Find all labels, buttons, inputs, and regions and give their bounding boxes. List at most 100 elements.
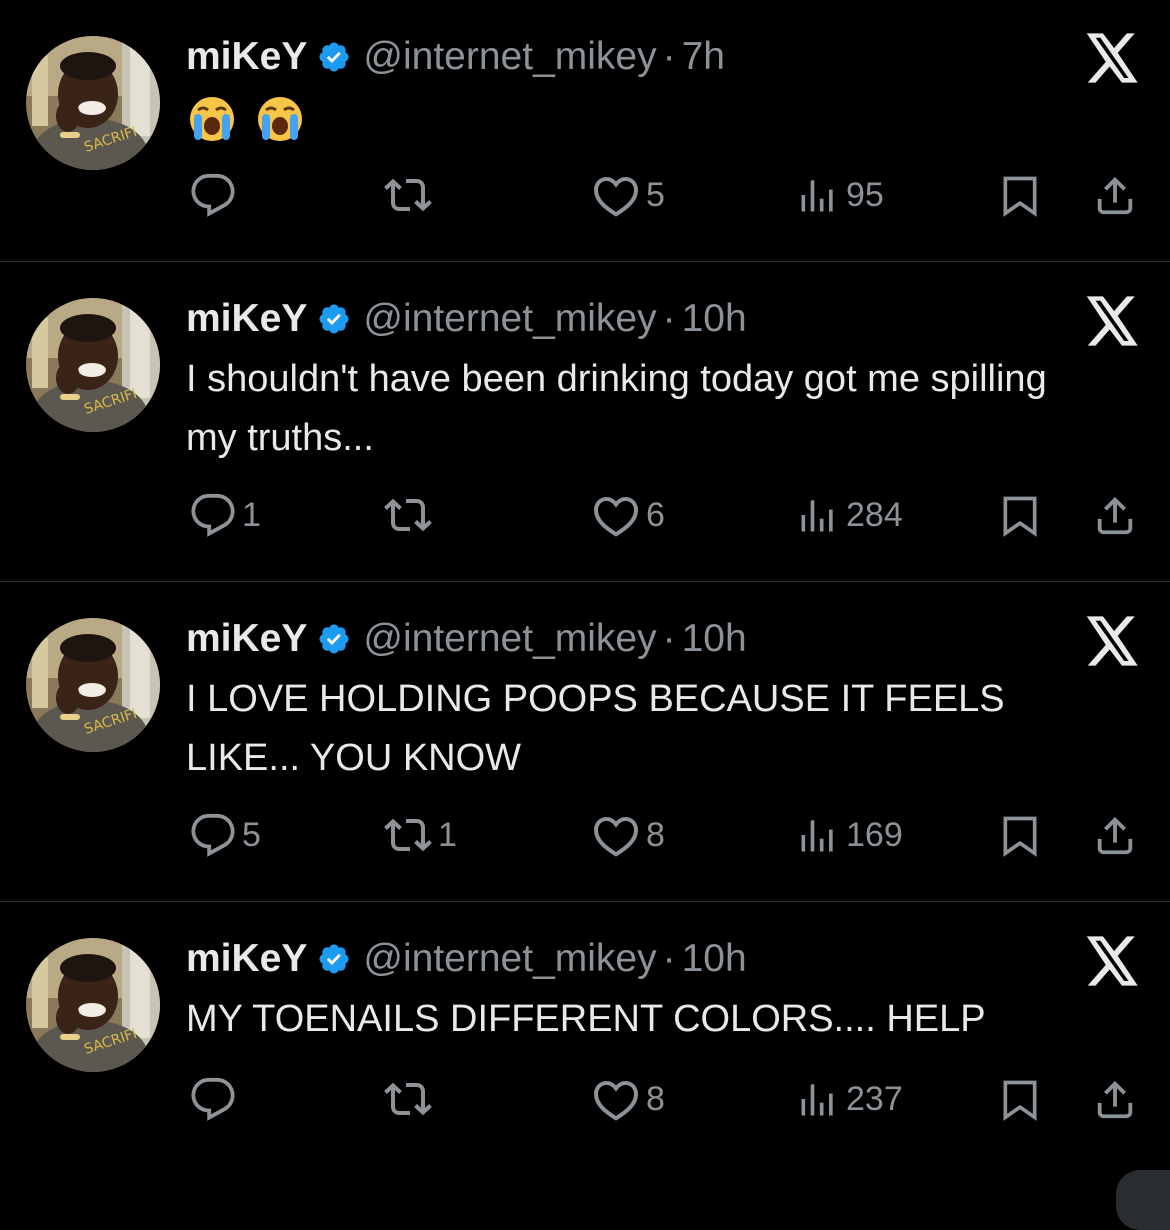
views-button[interactable]: 284 bbox=[796, 490, 903, 540]
avatar[interactable] bbox=[26, 36, 160, 170]
avatar[interactable] bbox=[26, 298, 160, 432]
tweet-actions: 1 6 284 bbox=[0, 490, 1170, 540]
share-button[interactable] bbox=[1092, 1074, 1138, 1124]
like-count: 5 bbox=[646, 175, 665, 214]
view-count: 169 bbox=[846, 815, 903, 854]
share-icon bbox=[1092, 812, 1138, 858]
tweet-header: miKeY @internet_mikey · 10h bbox=[186, 934, 747, 984]
like-count: 6 bbox=[646, 495, 665, 534]
bookmark-icon bbox=[998, 1076, 1042, 1122]
reply-icon bbox=[190, 492, 236, 538]
avatar-image bbox=[26, 36, 160, 170]
view-count: 95 bbox=[846, 175, 884, 214]
like-button[interactable]: 6 bbox=[592, 490, 665, 540]
verified-badge-icon bbox=[317, 942, 351, 976]
tweet-header: miKeY @internet_mikey · 10h bbox=[186, 614, 747, 664]
user-handle[interactable]: @internet_mikey bbox=[363, 35, 656, 79]
share-icon bbox=[1092, 172, 1138, 218]
avatar-image bbox=[26, 618, 160, 752]
view-count: 237 bbox=[846, 1079, 903, 1118]
share-button[interactable] bbox=[1092, 490, 1138, 540]
bookmark-button[interactable] bbox=[998, 810, 1042, 860]
reply-count: 1 bbox=[242, 495, 261, 534]
views-icon bbox=[796, 813, 840, 857]
x-logo-icon bbox=[1086, 33, 1140, 83]
views-icon bbox=[796, 493, 840, 537]
tweet-text: I LOVE HOLDING POOPS BECAUSE IT FEELS LI… bbox=[186, 678, 1005, 779]
floating-action-button[interactable] bbox=[1116, 1170, 1170, 1230]
verified-badge-icon bbox=[317, 622, 351, 656]
tweet-header: miKeY @internet_mikey · 7h bbox=[186, 32, 725, 82]
display-name[interactable]: miKeY bbox=[186, 617, 307, 661]
avatar[interactable] bbox=[26, 618, 160, 752]
tweet[interactable]: miKeY @internet_mikey · 10h MY TOENAILS … bbox=[0, 902, 1170, 1200]
views-icon bbox=[796, 173, 840, 217]
views-button[interactable]: 237 bbox=[796, 1074, 903, 1124]
repost-button[interactable]: 1 bbox=[384, 810, 457, 860]
loudly-crying-emoji-icon bbox=[258, 97, 302, 141]
views-button[interactable]: 95 bbox=[796, 170, 884, 220]
repost-button[interactable] bbox=[384, 490, 438, 540]
tweet-text: I shouldn't have been drinking today got… bbox=[186, 358, 1047, 459]
heart-icon bbox=[592, 171, 640, 219]
x-logo-icon bbox=[1086, 616, 1140, 666]
like-count: 8 bbox=[646, 1079, 665, 1118]
tweet[interactable]: miKeY @internet_mikey · 10h I shouldn't … bbox=[0, 262, 1170, 582]
bookmark-icon bbox=[998, 172, 1042, 218]
view-count: 284 bbox=[846, 495, 903, 534]
tweet-text: MY TOENAILS DIFFERENT COLORS.... HELP bbox=[186, 998, 986, 1040]
reply-icon bbox=[190, 812, 236, 858]
user-handle[interactable]: @internet_mikey bbox=[363, 937, 656, 981]
reply-icon bbox=[190, 172, 236, 218]
like-button[interactable]: 8 bbox=[592, 810, 665, 860]
user-handle[interactable]: @internet_mikey bbox=[363, 617, 656, 661]
tweet[interactable]: miKeY @internet_mikey · 10h I LOVE HOLDI… bbox=[0, 582, 1170, 902]
timestamp[interactable]: 10h bbox=[682, 937, 747, 981]
heart-icon bbox=[592, 1075, 640, 1123]
reply-button[interactable]: 1 bbox=[190, 490, 261, 540]
user-handle[interactable]: @internet_mikey bbox=[363, 297, 656, 341]
reply-button[interactable]: 5 bbox=[190, 810, 261, 860]
tweet-feed: miKeY @internet_mikey · 7h 5 95 miKeY @i… bbox=[0, 0, 1170, 1230]
x-logo-icon bbox=[1086, 936, 1140, 986]
bookmark-button[interactable] bbox=[998, 490, 1042, 540]
repost-icon bbox=[384, 171, 432, 219]
share-button[interactable] bbox=[1092, 810, 1138, 860]
reply-button[interactable] bbox=[190, 170, 242, 220]
tweet-actions: 5 1 8 169 bbox=[0, 810, 1170, 860]
separator-dot: · bbox=[662, 937, 676, 980]
tweet-actions: 8 237 bbox=[0, 1074, 1170, 1124]
display-name[interactable]: miKeY bbox=[186, 35, 307, 79]
heart-icon bbox=[592, 491, 640, 539]
reply-button[interactable] bbox=[190, 1074, 242, 1124]
timestamp[interactable]: 10h bbox=[682, 297, 747, 341]
repost-icon bbox=[384, 1075, 432, 1123]
repost-icon bbox=[384, 491, 432, 539]
timestamp[interactable]: 7h bbox=[682, 35, 725, 79]
display-name[interactable]: miKeY bbox=[186, 297, 307, 341]
bookmark-icon bbox=[998, 812, 1042, 858]
repost-button[interactable] bbox=[384, 1074, 438, 1124]
tweet[interactable]: miKeY @internet_mikey · 7h 5 95 bbox=[0, 0, 1170, 262]
separator-dot: · bbox=[662, 617, 676, 660]
like-button[interactable]: 8 bbox=[592, 1074, 665, 1124]
reply-icon bbox=[190, 1076, 236, 1122]
display-name[interactable]: miKeY bbox=[186, 937, 307, 981]
avatar-image bbox=[26, 298, 160, 432]
timestamp[interactable]: 10h bbox=[682, 617, 747, 661]
share-button[interactable] bbox=[1092, 170, 1138, 220]
tweet-actions: 5 95 bbox=[0, 170, 1170, 220]
repost-button[interactable] bbox=[384, 170, 438, 220]
share-icon bbox=[1092, 492, 1138, 538]
verified-badge-icon bbox=[317, 40, 351, 74]
bookmark-button[interactable] bbox=[998, 1074, 1042, 1124]
tweet-emoji-row bbox=[186, 94, 306, 144]
tweet-header: miKeY @internet_mikey · 10h bbox=[186, 294, 747, 344]
heart-icon bbox=[592, 811, 640, 859]
like-button[interactable]: 5 bbox=[592, 170, 665, 220]
loudly-crying-emoji-icon bbox=[190, 97, 234, 141]
bookmark-button[interactable] bbox=[998, 170, 1042, 220]
avatar[interactable] bbox=[26, 938, 160, 1072]
verified-badge-icon bbox=[317, 302, 351, 336]
views-button[interactable]: 169 bbox=[796, 810, 903, 860]
